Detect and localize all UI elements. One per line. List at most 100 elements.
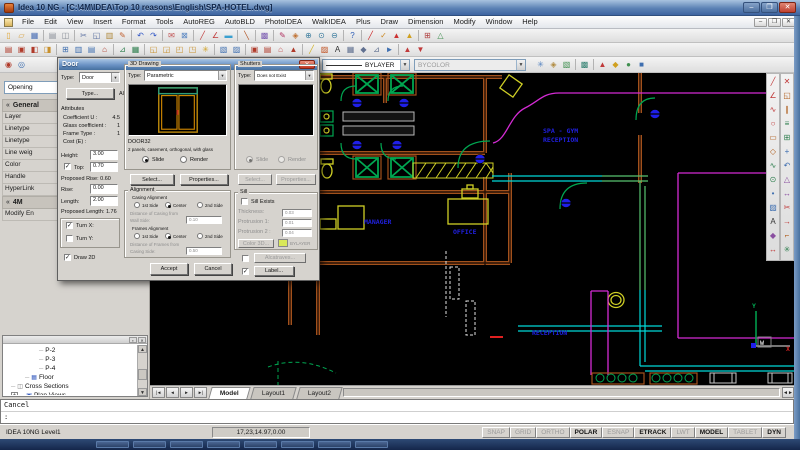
alert-yellow-button[interactable]: ▲ [403, 30, 416, 42]
extend-tool-button[interactable]: → [781, 215, 793, 229]
tab-nav-2[interactable]: ► [180, 387, 193, 398]
osnap-settings-button[interactable]: △ [434, 30, 447, 42]
expand-icon[interactable]: + [11, 392, 18, 395]
menu-walkidea[interactable]: WalkIDEA [307, 16, 351, 28]
taskbar-button[interactable] [133, 441, 166, 448]
hide-tool-button[interactable]: ◲ [160, 44, 173, 56]
draw-ellipse-button[interactable]: ⊙ [767, 173, 779, 187]
tree-pin-icon[interactable]: ▪ [129, 337, 137, 343]
turn-x-checkbox[interactable]: ✓ [66, 222, 73, 229]
trim-tool-button[interactable]: ✂ [781, 201, 793, 215]
tab-model[interactable]: Model [208, 387, 250, 399]
layer-color-button[interactable]: ▧ [560, 59, 573, 71]
draw-polygon-button[interactable]: ◇ [767, 145, 779, 159]
wall-tool-button[interactable]: ▤ [2, 44, 15, 56]
toggle-etrack[interactable]: ETRACK [634, 427, 671, 438]
image-insert-button[interactable]: ▩ [258, 30, 271, 42]
tabs-scroll-track[interactable] [343, 388, 780, 397]
stretch-tool-button[interactable]: ↔ [781, 187, 793, 201]
close-button[interactable]: ✕ [779, 2, 796, 13]
layer-lock-button[interactable]: ◈ [547, 59, 560, 71]
tree-item-floor[interactable]: ─▦Floor [5, 373, 136, 382]
tree-item-p-4[interactable]: ─P-4 [5, 364, 136, 373]
tabs-scroll-end[interactable]: ◄► [782, 387, 794, 398]
color-combo[interactable]: BYCOLOR ▼ [414, 59, 526, 71]
pencil-button[interactable]: ╲ [240, 30, 253, 42]
view-3d-button[interactable]: ◱ [147, 44, 160, 56]
menu-window[interactable]: Window [481, 16, 518, 28]
draw-line-button[interactable]: ╱ [305, 44, 318, 56]
save-file-button[interactable]: ▦ [28, 30, 41, 42]
label-button[interactable]: Label... [254, 266, 294, 276]
scale-tool-button[interactable]: △ [781, 173, 793, 187]
level-manager-button[interactable]: ▦ [129, 44, 142, 56]
print-button[interactable]: ▤ [46, 30, 59, 42]
redo-button[interactable]: ↷ [147, 30, 160, 42]
taskbar-button[interactable] [170, 441, 203, 448]
tree-close-icon[interactable]: ✕ [138, 337, 146, 343]
match-layer-button[interactable]: ◉ [2, 59, 15, 71]
sill-row-field[interactable]: 0.01 [282, 219, 312, 227]
draw-arc-button[interactable]: ∿ [767, 103, 779, 117]
tab-nav-3[interactable]: ►| [194, 387, 207, 398]
door-type-combo[interactable]: Door▼ [79, 72, 120, 83]
height-field[interactable]: 3.00 [90, 150, 118, 160]
length-field[interactable]: 2.00 [90, 196, 118, 206]
draw-dimension-button[interactable]: ↔ [767, 243, 779, 257]
idea-tool-3-button[interactable]: ● [622, 59, 635, 71]
sill-row-field[interactable]: 0.03 [282, 209, 312, 217]
frames-radio-2nd-side[interactable] [197, 233, 203, 239]
move-tool-button[interactable]: + [781, 145, 793, 159]
door-tool-button[interactable]: ◧ [28, 44, 41, 56]
level-up-button[interactable]: ⊿ [116, 44, 129, 56]
open-file-button[interactable]: ▱ [15, 30, 28, 42]
column-tool-button[interactable]: ▥ [72, 44, 85, 56]
draw-hatch-button[interactable]: ▨ [767, 201, 779, 215]
hatch-tool-button[interactable]: ▨ [318, 44, 331, 56]
pointer-tool-button[interactable]: ► [383, 44, 396, 56]
draw-block-button[interactable]: ◆ [767, 229, 779, 243]
command-line-panel[interactable]: Cancel : [0, 399, 794, 424]
dash-style-button[interactable]: ▬ [222, 30, 235, 42]
toggle-ortho[interactable]: ORTHO [536, 427, 569, 438]
home-view-button[interactable]: ⌂ [274, 44, 287, 56]
menu-draw[interactable]: Draw [376, 16, 404, 28]
alert-red-button[interactable]: ▲ [390, 30, 403, 42]
layer-isolate-button[interactable]: ▤ [261, 44, 274, 56]
library-button[interactable]: ▧ [217, 44, 230, 56]
redline-button[interactable]: ╱ [364, 30, 377, 42]
tab-nav-1[interactable]: ◄ [166, 387, 179, 398]
tab-layout2[interactable]: Layout2 [296, 387, 343, 399]
command-prompt[interactable]: : [1, 412, 793, 422]
3d-type-combo[interactable]: Parametric▼ [144, 70, 227, 81]
tree-item-p-3[interactable]: ─P-3 [5, 355, 136, 364]
fillet-tool-button[interactable]: ⌐ [781, 229, 793, 243]
scroll-up-icon[interactable]: ▲ [138, 345, 147, 353]
layer-tool-button[interactable]: ▣ [248, 44, 261, 56]
slide-radio[interactable] [142, 156, 149, 163]
mirror-tool-button[interactable]: ∥ [781, 103, 793, 117]
print-preview-button[interactable]: ◫ [59, 30, 72, 42]
linetype-combo[interactable]: BYLAYER ▼ [322, 59, 410, 71]
block-insert-button[interactable]: ◆ [357, 44, 370, 56]
layer-walk-button[interactable]: ◎ [15, 59, 28, 71]
menu-autobld[interactable]: AutoBLD [220, 16, 260, 28]
taskbar-button[interactable] [244, 441, 277, 448]
type-button[interactable]: Type... [66, 88, 114, 99]
markup-check-button[interactable]: ✓ [377, 30, 390, 42]
mdi-restore-button[interactable]: ❐ [768, 18, 781, 27]
tree-item-cross-sections[interactable]: ─◫Cross Sections [5, 382, 136, 391]
top-checkbox[interactable]: ✓ [64, 163, 71, 170]
toggle-lwt[interactable]: LWT [671, 427, 694, 438]
array-tool-button[interactable]: ⊞ [781, 131, 793, 145]
menu-dimension[interactable]: Dimension [403, 16, 448, 28]
menu-help[interactable]: Help [517, 16, 542, 28]
opening-tool-button[interactable]: ▣ [15, 44, 28, 56]
shade-tool-button[interactable]: ◰ [173, 44, 186, 56]
palette-tool-button[interactable]: ◈ [289, 30, 302, 42]
menu-autoreg[interactable]: AutoREG [178, 16, 220, 28]
zoom-out-button[interactable]: ⊖ [328, 30, 341, 42]
frames-radio-1st-side[interactable] [134, 233, 140, 239]
chevron-down-icon[interactable]: ▼ [400, 60, 409, 70]
idea-tool-1-button[interactable]: ▲ [596, 59, 609, 71]
